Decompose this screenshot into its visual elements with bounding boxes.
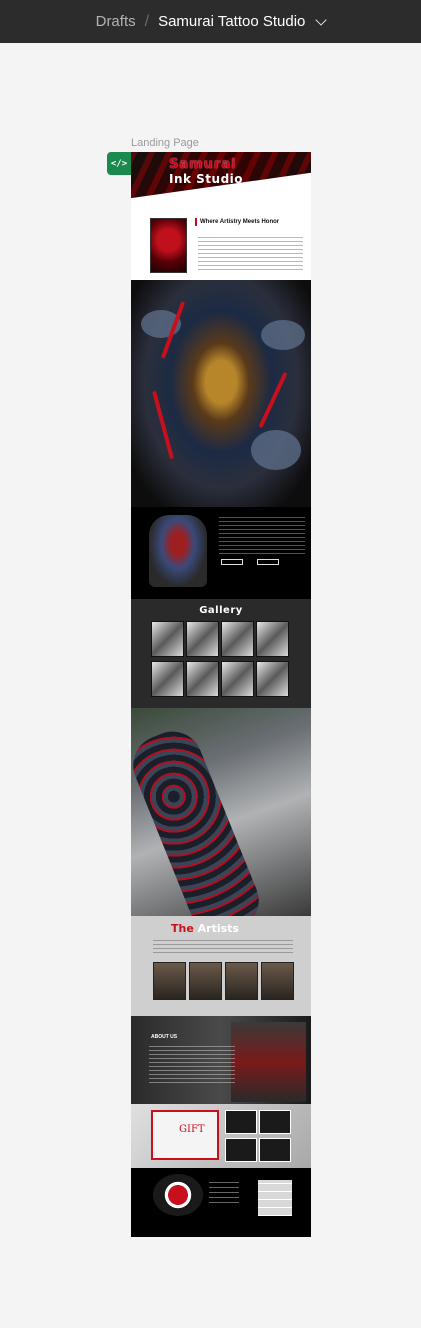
footer-contact [209, 1182, 239, 1206]
gallery-thumb[interactable] [256, 661, 289, 697]
artists-section: The Artists [131, 916, 311, 1016]
cloud-motif [261, 320, 305, 350]
artists-paragraph [153, 940, 293, 954]
gift-option[interactable] [225, 1110, 257, 1134]
tattooed-arm [131, 722, 268, 916]
intro-paragraph [198, 237, 303, 273]
book-now-button[interactable] [221, 559, 243, 565]
gallery-thumb[interactable] [186, 621, 219, 657]
breadcrumb-separator: / [144, 12, 150, 30]
intro-section: Where Artistry Meets Honor [131, 215, 311, 280]
storefront-image [231, 1022, 306, 1102]
breadcrumb-drafts[interactable]: Drafts [96, 13, 136, 30]
about-paragraph [149, 1046, 235, 1086]
project-title[interactable]: Samurai Tattoo Studio [158, 13, 305, 30]
hero-title-line1: Samurai [169, 157, 237, 172]
cloud-motif [251, 430, 301, 470]
map-image[interactable] [258, 1180, 292, 1216]
gallery-section: Gallery [131, 599, 311, 708]
gift-voucher-card[interactable] [151, 1110, 219, 1160]
gallery-thumb[interactable] [256, 621, 289, 657]
gift-option[interactable] [259, 1110, 291, 1134]
about-section: ABOUT US [131, 1016, 311, 1104]
gift-text: GIFT [179, 1124, 205, 1135]
artists-title-rest: Artists [193, 922, 239, 935]
gallery-thumb[interactable] [221, 621, 254, 657]
top-bar: Drafts / Samurai Tattoo Studio [0, 0, 421, 43]
gallery-thumb[interactable] [186, 661, 219, 697]
gift-section: GIFT [131, 1104, 311, 1168]
sleeve-tattoo-image [131, 708, 311, 916]
oni-mask-image [150, 218, 187, 273]
gift-option[interactable] [259, 1138, 291, 1162]
lightning-motif [152, 390, 174, 460]
samurai-logo [153, 1174, 203, 1216]
lightning-motif [258, 371, 288, 429]
artist-photo[interactable] [189, 962, 222, 1000]
info-paragraph [219, 517, 305, 555]
gallery-thumb[interactable] [151, 661, 184, 697]
artist-photo[interactable] [261, 962, 294, 1000]
footer-section [131, 1168, 311, 1237]
artist-photo[interactable] [225, 962, 258, 1000]
gallery-thumb[interactable] [151, 621, 184, 657]
dev-mode-icon[interactable]: </> [107, 152, 131, 175]
gift-option[interactable] [225, 1138, 257, 1162]
intro-title: Where Artistry Meets Honor [195, 218, 295, 226]
chevron-down-icon[interactable] [315, 13, 328, 26]
hero-title-line2: Ink Studio [169, 172, 244, 186]
artist-photo[interactable] [153, 962, 186, 1000]
info-section [131, 507, 311, 599]
shop-now-button[interactable] [257, 559, 279, 565]
frame-label[interactable]: Landing Page [131, 137, 199, 149]
hero-section: Samurai Ink Studio [131, 152, 311, 215]
artists-title-accent: The [171, 922, 194, 935]
back-tattoo-image [131, 280, 311, 507]
about-title: ABOUT US [151, 1034, 178, 1040]
artists-title: The Artists [171, 922, 239, 935]
gallery-thumb[interactable] [221, 661, 254, 697]
landing-page-frame[interactable]: Samurai Ink Studio Where Artistry Meets … [131, 152, 311, 1237]
gallery-title: Gallery [199, 605, 243, 616]
torso-tattoo-image [149, 515, 207, 587]
